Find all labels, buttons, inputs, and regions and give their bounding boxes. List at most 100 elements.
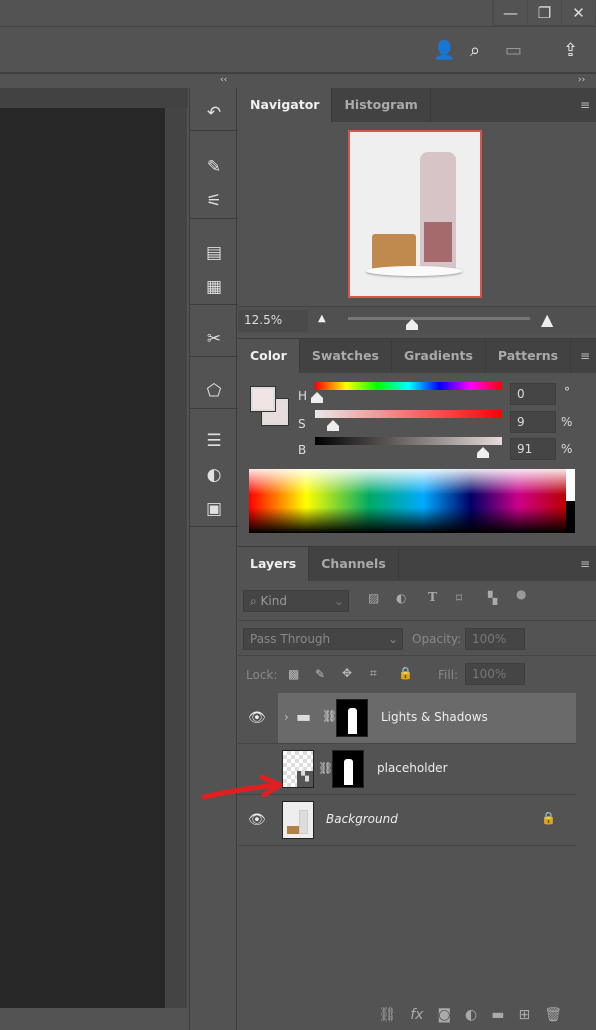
hue-field[interactable]: 0 bbox=[510, 383, 556, 405]
notes-icon[interactable]: ▦ bbox=[190, 270, 238, 304]
filter-pixel-icon[interactable]: ▨ bbox=[368, 591, 379, 605]
layer-name[interactable]: Background bbox=[326, 812, 398, 826]
fx-icon[interactable]: fx bbox=[410, 1007, 423, 1023]
add-mask-icon[interactable]: ◙ bbox=[437, 1007, 451, 1023]
brightness-field[interactable]: 91 bbox=[510, 438, 556, 460]
layer-row[interactable]: 👁 › ▬ ⛓ Lights & Shadows bbox=[238, 693, 576, 744]
link-layers-icon[interactable]: ⛓ bbox=[378, 1007, 396, 1023]
lock-transparent-icon[interactable]: ▩ bbox=[288, 667, 299, 681]
adjustment-layer-icon[interactable]: ◐ bbox=[465, 1007, 477, 1023]
lock-all-icon[interactable]: 🔒 bbox=[398, 666, 413, 680]
delete-layer-icon[interactable]: 🗑 bbox=[544, 1007, 562, 1023]
saturation-unit: % bbox=[561, 415, 573, 429]
document-tab-bar bbox=[0, 88, 188, 108]
filter-smart-object-icon[interactable]: ▚ bbox=[488, 591, 497, 605]
layer-thumbnail[interactable]: ▚ bbox=[282, 750, 314, 788]
hue-slider[interactable] bbox=[315, 382, 502, 390]
opacity-field[interactable]: 100% bbox=[465, 628, 525, 650]
layer-mask-thumbnail[interactable] bbox=[336, 699, 368, 737]
zoom-out-icon[interactable]: ▲ bbox=[318, 313, 326, 324]
panel-menu-icon[interactable]: ≡ bbox=[580, 557, 590, 571]
tab-layers[interactable]: Layers bbox=[238, 547, 310, 581]
filter-type-icon[interactable]: T bbox=[428, 590, 437, 604]
link-icon[interactable]: ⛓ bbox=[318, 761, 333, 775]
link-icon[interactable]: ⛓ bbox=[322, 709, 337, 723]
layer-mask-thumbnail[interactable] bbox=[332, 750, 364, 788]
hue-unit: ° bbox=[564, 385, 570, 399]
new-group-icon[interactable]: ▬ bbox=[491, 1007, 504, 1023]
saturation-field[interactable]: 9 bbox=[510, 411, 556, 433]
share-icon[interactable]: ⇪ bbox=[563, 40, 578, 61]
color-ramp[interactable] bbox=[249, 469, 566, 533]
filter-shape-icon[interactable]: ⌑ bbox=[456, 591, 462, 605]
visibility-eye-icon[interactable]: 👁 bbox=[248, 710, 266, 726]
tab-gradients[interactable]: Gradients bbox=[392, 339, 486, 373]
saturation-slider[interactable] bbox=[315, 410, 502, 418]
filter-adjustment-icon[interactable]: ◐ bbox=[396, 591, 406, 605]
foreground-color-swatch[interactable] bbox=[250, 386, 276, 412]
lock-icon: 🔒 bbox=[541, 811, 556, 825]
tab-patterns[interactable]: Patterns bbox=[486, 339, 572, 373]
share-account-icon[interactable]: 👤 bbox=[433, 40, 455, 61]
navigator-preview[interactable] bbox=[348, 130, 482, 298]
workspace-icon[interactable]: ▭ bbox=[505, 40, 522, 61]
blend-mode-select[interactable]: Pass Through ⌄ bbox=[243, 628, 403, 650]
navigator-panel: Navigator Histogram ≡ 12.5% ▲ ▲ bbox=[238, 88, 596, 336]
minimize-button[interactable]: — bbox=[493, 0, 527, 26]
layer-filter-select[interactable]: ⌕ Kind ⌄ bbox=[243, 590, 349, 612]
lock-artboard-icon[interactable]: ⌗ bbox=[370, 666, 377, 681]
libraries-icon[interactable]: ▣ bbox=[190, 492, 238, 526]
filter-toggle-icon[interactable]: ● bbox=[516, 587, 526, 601]
tab-swatches[interactable]: Swatches bbox=[300, 339, 392, 373]
properties-icon[interactable]: ▤ bbox=[190, 236, 238, 270]
paths-icon[interactable]: ⬠ bbox=[190, 374, 238, 408]
zoom-in-icon[interactable]: ▲ bbox=[541, 310, 553, 329]
tab-navigator[interactable]: Navigator bbox=[238, 88, 333, 122]
layer-name[interactable]: Lights & Shadows bbox=[381, 710, 488, 724]
zoom-slider-thumb[interactable] bbox=[406, 319, 418, 330]
layers-panel: Layers Channels ≡ ⌕ Kind ⌄ ▨ ◐ T ⌑ ▚ ● P… bbox=[238, 546, 596, 1030]
layer-name[interactable]: placeholder bbox=[377, 761, 448, 775]
lock-label: Lock: bbox=[246, 668, 278, 682]
saturation-label: S bbox=[298, 417, 306, 431]
fill-label: Fill: bbox=[438, 668, 459, 682]
hue-slider-thumb[interactable] bbox=[311, 392, 323, 403]
brushes-icon[interactable]: ⚟ bbox=[190, 184, 238, 218]
restore-button[interactable]: ❐ bbox=[527, 0, 561, 26]
expand-dock-icon[interactable]: ›› bbox=[578, 75, 585, 87]
vertical-scrollbar[interactable] bbox=[165, 108, 187, 1008]
layer-row[interactable]: 👁 Background 🔒 bbox=[238, 795, 576, 846]
lock-position-icon[interactable]: ✥ bbox=[342, 666, 352, 680]
document-canvas[interactable] bbox=[0, 108, 165, 1008]
tool-presets-icon[interactable]: ✂ bbox=[190, 322, 238, 356]
fill-field[interactable]: 100% bbox=[465, 663, 525, 685]
search-icon[interactable]: ⌕ bbox=[470, 40, 480, 61]
history-icon[interactable]: ↶ bbox=[190, 96, 238, 130]
layer-row[interactable]: ▚ ⛓ placeholder bbox=[238, 744, 576, 795]
visibility-eye-icon[interactable]: 👁 bbox=[248, 812, 266, 828]
panel-menu-icon[interactable]: ≡ bbox=[580, 98, 590, 112]
zoom-field[interactable]: 12.5% bbox=[238, 310, 308, 332]
tab-channels[interactable]: Channels bbox=[309, 547, 399, 581]
zoom-slider[interactable] bbox=[348, 317, 530, 320]
panel-menu-icon[interactable]: ≡ bbox=[580, 349, 590, 363]
adjustments-icon[interactable]: ☰ bbox=[190, 424, 238, 458]
black-swatch[interactable] bbox=[566, 501, 575, 533]
new-layer-icon[interactable]: ⊞ bbox=[518, 1007, 530, 1023]
brightness-slider[interactable] bbox=[315, 437, 502, 445]
styles-icon[interactable]: ◐ bbox=[190, 458, 238, 492]
tab-histogram[interactable]: Histogram bbox=[332, 88, 431, 122]
expand-chevron-icon[interactable]: › bbox=[284, 710, 289, 724]
tab-color[interactable]: Color bbox=[238, 339, 300, 373]
layer-thumbnail[interactable] bbox=[282, 801, 314, 839]
collapse-dock-icon[interactable]: ‹‹ bbox=[220, 75, 227, 87]
brush-settings-icon[interactable]: ✎ bbox=[190, 150, 238, 184]
search-icon: ⌕ bbox=[250, 594, 261, 608]
close-button[interactable]: ✕ bbox=[561, 0, 595, 26]
lock-image-icon[interactable]: ✎ bbox=[315, 667, 325, 681]
title-bar: — ❐ ✕ bbox=[0, 0, 596, 27]
brightness-slider-thumb[interactable] bbox=[477, 447, 489, 458]
white-swatch[interactable] bbox=[566, 469, 575, 501]
saturation-slider-thumb[interactable] bbox=[327, 420, 339, 431]
window-controls: — ❐ ✕ bbox=[492, 0, 596, 26]
